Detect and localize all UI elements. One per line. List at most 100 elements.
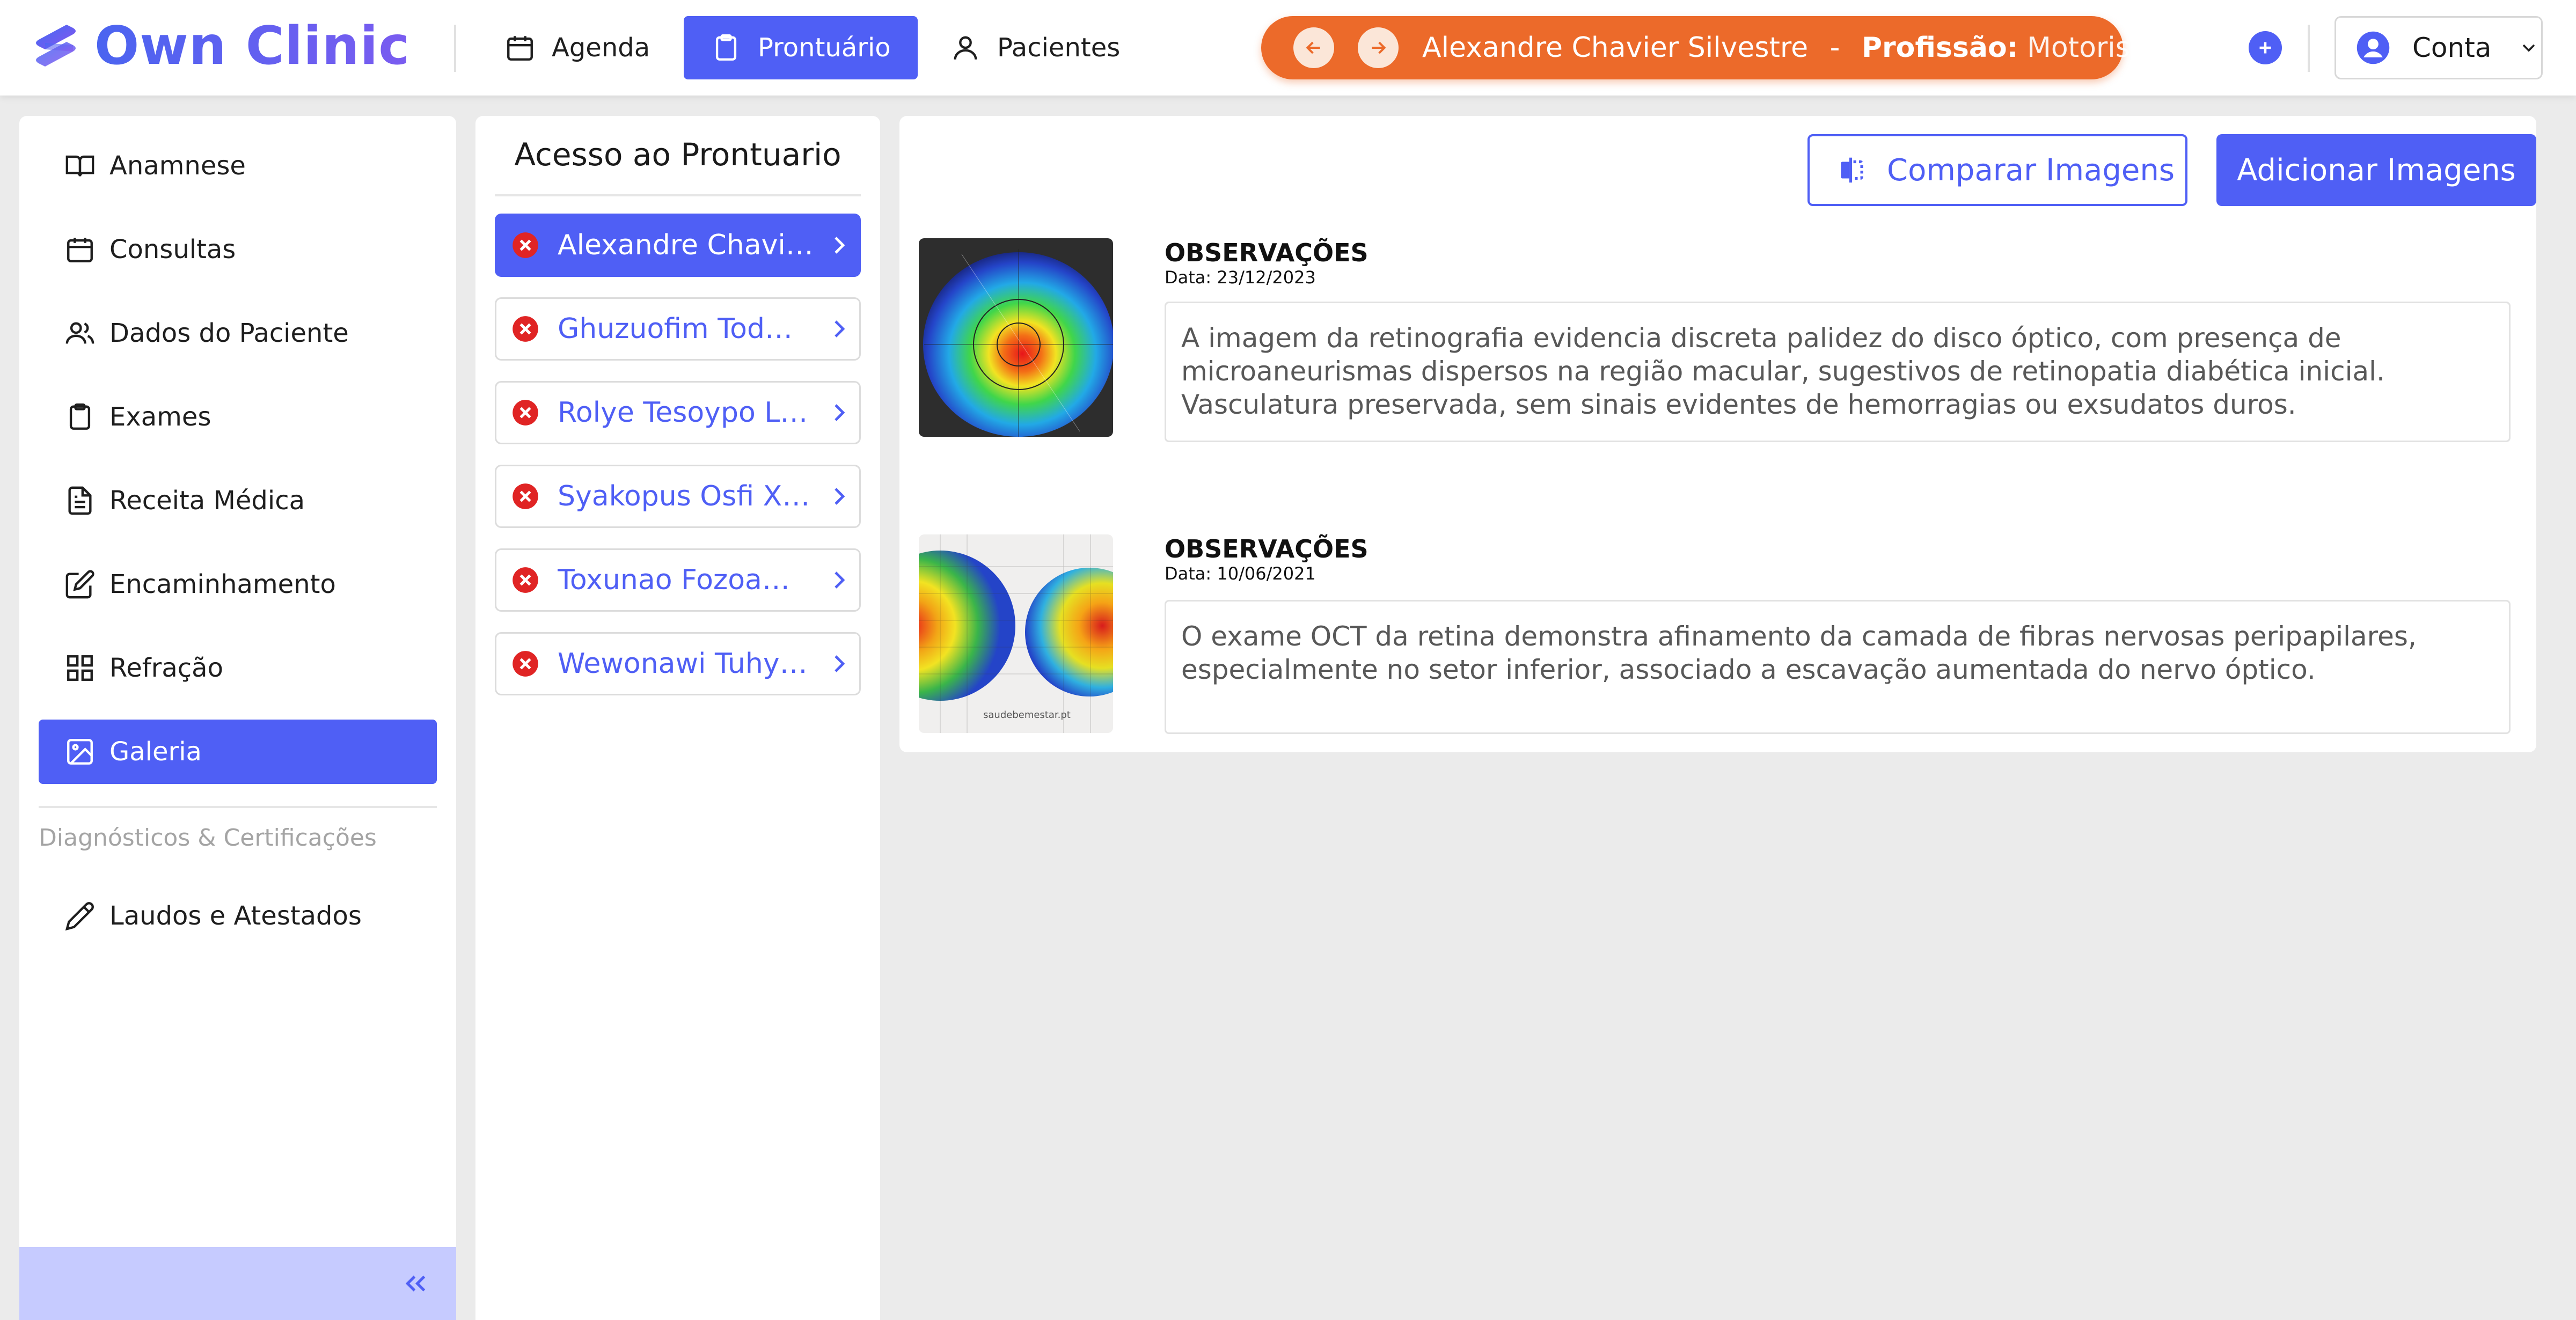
observation-title: OBSERVAÇÕES — [1165, 534, 1368, 563]
user-icon — [954, 36, 977, 60]
chevron-down-icon — [2523, 44, 2535, 52]
close-circle-icon[interactable] — [511, 315, 539, 343]
nav-prontuario[interactable]: Prontuário — [684, 16, 918, 79]
access-panel: Acesso ao Prontuario Alexandre Chavi… Gh… — [475, 116, 880, 1320]
chevrons-left-icon — [405, 1275, 426, 1292]
image-icon — [67, 739, 93, 765]
book-open-icon — [65, 155, 94, 177]
patient-bar: Alexandre Chavier Silvestre - Profissão:… — [1261, 16, 2158, 79]
access-item[interactable]: Toxunao Fozoa… — [495, 548, 861, 612]
account-button[interactable]: Conta — [2334, 16, 2543, 79]
patient-separator: - — [1829, 32, 1840, 64]
chevron-right-icon — [835, 320, 845, 338]
sidebar-item-anamnese[interactable]: Anamnese — [39, 134, 437, 198]
divider — [454, 25, 456, 72]
file-text-icon — [68, 486, 92, 515]
oct-image[interactable]: saudebemestar.pt — [919, 534, 1113, 733]
access-item[interactable]: Ghuzuofim Tod… — [495, 297, 861, 361]
compare-images-button[interactable]: Comparar Imagens — [1807, 134, 2187, 206]
avatar-icon — [2357, 31, 2390, 64]
access-item[interactable]: Rolye Tesoypo L… — [495, 381, 861, 444]
oct-map-image — [919, 534, 1113, 733]
close-circle-icon[interactable] — [511, 399, 539, 427]
nav-agenda[interactable]: Agenda — [478, 16, 677, 79]
access-item-name: Rolye Tesoypo L… — [558, 397, 808, 429]
sidebar-item-refracao[interactable]: Refração — [39, 636, 437, 700]
calendar-icon — [67, 238, 93, 262]
observation-text: O exame OCT da retina demonstra afinamen… — [1165, 600, 2511, 734]
pen-icon — [65, 902, 94, 931]
access-item-name: Syakopus Osfi X… — [558, 480, 810, 512]
profession-label: Profissão: — [1861, 32, 2018, 64]
sidebar-item-receita-medica[interactable]: Receita Médica — [39, 468, 437, 533]
observation-text: A imagem da retinografia evidencia discr… — [1165, 302, 2511, 442]
sidebar-item-galeria[interactable]: Galeria — [39, 720, 437, 784]
chevron-right-icon — [835, 571, 845, 589]
plus-icon — [2259, 42, 2271, 54]
nav-prontuario-label: Prontuário — [758, 33, 891, 63]
sidebar: Anamnese Consultas Dados do Paciente Exa… — [19, 116, 456, 1320]
sidebar-section-title: Diagnósticos & Certificações — [39, 824, 377, 852]
sidebar-item-label: Laudos e Atestados — [109, 901, 362, 931]
arrow-right-icon — [1372, 41, 1386, 54]
edit-icon — [65, 570, 94, 599]
divider — [2308, 25, 2310, 72]
account-label: Conta — [2412, 32, 2492, 63]
sidebar-item-label: Encaminhamento — [109, 569, 336, 599]
sidebar-item-label: Receita Médica — [109, 486, 305, 516]
sidebar-item-exames[interactable]: Exames — [39, 385, 437, 449]
close-circle-icon[interactable] — [511, 566, 539, 594]
previous-patient-button[interactable] — [1293, 27, 1334, 68]
access-item-name: Toxunao Fozoa… — [558, 564, 790, 596]
chevron-right-icon — [835, 404, 845, 421]
patient-info: Alexandre Chavier Silvestre - Profissão:… — [1422, 16, 2158, 79]
sidebar-collapse-button[interactable] — [19, 1247, 456, 1320]
chevron-right-icon — [835, 655, 845, 672]
grid-icon — [67, 655, 93, 681]
observation-title: OBSERVAÇÕES — [1165, 238, 1368, 267]
access-item-name: Ghuzuofim Tod… — [558, 313, 793, 345]
close-circle-icon[interactable] — [511, 231, 539, 259]
logo-icon[interactable] — [29, 21, 83, 75]
sidebar-item-dados-paciente[interactable]: Dados do Paciente — [39, 301, 437, 365]
sidebar-item-label: Galeria — [109, 737, 202, 767]
chevron-right-icon — [835, 488, 845, 505]
add-images-button[interactable]: Adicionar Imagens — [2216, 134, 2536, 206]
access-item[interactable]: Alexandre Chavi… — [495, 214, 861, 277]
compare-icon — [1841, 157, 1863, 183]
next-patient-button[interactable] — [1358, 27, 1399, 68]
arrow-left-icon — [1306, 41, 1320, 54]
gallery-panel: Comparar Imagens Adicionar Imagens OBSER… — [899, 116, 2536, 752]
compare-images-label: Comparar Imagens — [1887, 152, 2175, 188]
image-caption: saudebemestar.pt — [983, 709, 1071, 721]
access-item-name: Wewonawi Tuhy… — [558, 648, 808, 680]
sidebar-item-label: Dados do Paciente — [109, 318, 349, 348]
chevron-right-icon — [835, 237, 845, 254]
sidebar-item-consultas[interactable]: Consultas — [39, 217, 437, 282]
sidebar-item-label: Refração — [109, 653, 223, 683]
brand-name: Own Clinic — [94, 14, 410, 78]
sidebar-item-laudos-atestados[interactable]: Laudos e Atestados — [39, 884, 437, 948]
patient-name: Alexandre Chavier Silvestre — [1422, 32, 1809, 64]
sidebar-item-encaminhamento[interactable]: Encaminhamento — [39, 552, 437, 617]
nav-pacientes-label: Pacientes — [997, 33, 1121, 63]
sidebar-item-label: Consultas — [109, 234, 236, 265]
clipboard-icon — [715, 34, 737, 61]
close-circle-icon[interactable] — [511, 482, 539, 510]
clipboard-icon — [69, 403, 91, 430]
access-item[interactable]: Wewonawi Tuhy… — [495, 632, 861, 695]
sidebar-divider — [39, 806, 437, 808]
access-item[interactable]: Syakopus Osfi X… — [495, 465, 861, 528]
divider — [495, 194, 861, 196]
topography-map-image — [919, 238, 1113, 437]
profession-value: Motorista — [2027, 32, 2158, 64]
users-icon — [65, 322, 94, 344]
sidebar-item-label: Anamnese — [109, 151, 246, 181]
close-circle-icon[interactable] — [511, 650, 539, 678]
access-panel-title: Acesso ao Prontuario — [514, 136, 841, 173]
add-images-label: Adicionar Imagens — [2237, 152, 2516, 188]
nav-pacientes[interactable]: Pacientes — [923, 16, 1147, 79]
observation-date: Data: 23/12/2023 — [1165, 267, 1316, 288]
add-button[interactable] — [2249, 31, 2282, 64]
retinography-image[interactable] — [919, 238, 1113, 437]
